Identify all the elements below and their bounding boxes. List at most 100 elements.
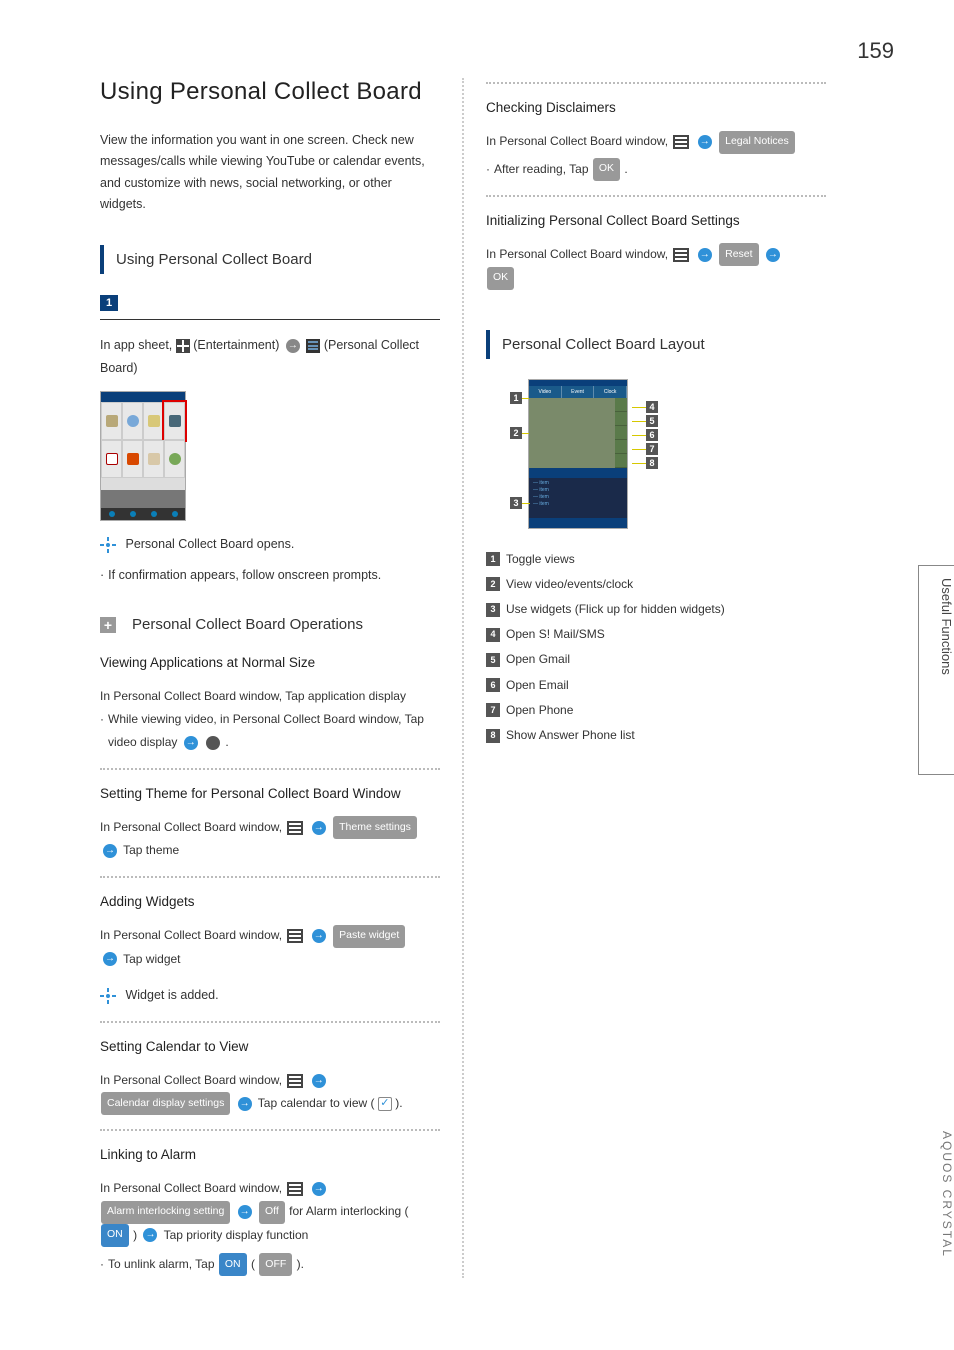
legend-text: Use widgets (Flick up for hidden widgets… [506,597,725,622]
legend-item: 1Toggle views [486,547,826,572]
op3-result: Widget is added. [125,988,218,1002]
operations-header: Personal Collect Board Operations [132,616,363,633]
arrow-icon [238,1205,252,1219]
legend-item: 5 Open Gmail [486,647,826,672]
step-badge-1: 1 [100,295,118,311]
menu-icon [287,1182,303,1196]
confirm-text: If confirmation appears, follow onscreen… [108,564,381,587]
disc-l2: After reading, Tap [494,162,592,176]
legend-text: Open S! Mail/SMS [506,622,605,647]
legend-number: 4 [486,628,500,642]
left-column: Using Personal Collect Board View the in… [100,78,440,1278]
disc-l2end: . [624,162,627,176]
legend-item: 7 Open Phone [486,698,826,723]
arrow-icon [103,952,117,966]
off-button[interactable]: Off [259,1201,285,1224]
init-l1: In Personal Collect Board window, [486,247,671,261]
legend-text: Open Gmail [506,647,570,672]
op3-l1: In Personal Collect Board window, [100,928,285,942]
legend-number: 3 [486,603,500,617]
legend-number: 6 [486,678,500,692]
op4-l2end: ). [395,1096,402,1110]
on-button[interactable]: ON [219,1253,247,1276]
calendar-settings-button[interactable]: Calendar display settings [101,1092,230,1115]
sparkle-icon [100,537,116,553]
screenshot-app-sheet [100,391,186,521]
legend-item: 8 Show Answer Phone list [486,723,826,748]
op4-title: Setting Calendar to View [100,1037,440,1057]
intro-text: View the information you want in one scr… [100,130,440,215]
op5-l1: In Personal Collect Board window, [100,1181,285,1195]
op5-unlink1: To unlink alarm, Tap [108,1257,218,1271]
ok-button[interactable]: OK [487,267,514,290]
op2-l2: Tap theme [123,843,179,857]
disc-l1: In Personal Collect Board window, [486,134,671,148]
arrow-icon [698,135,712,149]
op4-l1: In Personal Collect Board window, [100,1073,285,1087]
op-add-widgets: Adding Widgets In Personal Collect Board… [100,892,440,1007]
legend-number: 1 [486,552,500,566]
legend-item: 2View video/events/clock [486,572,826,597]
op-disclaimers: Checking Disclaimers In Personal Collect… [486,98,826,181]
op5-tail: Tap priority display function [164,1228,309,1242]
ok-button[interactable]: OK [593,158,620,181]
menu-icon [287,929,303,943]
pcb-app-icon [306,339,320,353]
plus-icon: + [100,617,116,633]
page-title: Using Personal Collect Board [100,78,440,106]
arrow-icon [184,736,198,750]
arrow-icon [312,929,326,943]
sparkle-icon [100,988,116,1004]
op4-l2: Tap calendar to view ( [258,1096,378,1110]
menu-icon [673,135,689,149]
step1-prefix: In app sheet, [100,338,176,352]
menu-icon [673,248,689,262]
section-layout: Personal Collect Board Layout [486,330,826,359]
arrow-icon [766,248,780,262]
menu-icon [287,821,303,835]
off-button[interactable]: OFF [259,1253,292,1276]
op-theme: Setting Theme for Personal Collect Board… [100,784,440,862]
board-opens-text: Personal Collect Board opens. [125,537,294,551]
arrow-icon [698,248,712,262]
op2-l1: In Personal Collect Board window, [100,820,285,834]
arrow-icon [312,1182,326,1196]
step1-entertainment: (Entertainment) [193,338,283,352]
menu-icon [287,1074,303,1088]
arrow-icon [286,339,300,353]
op-calendar: Setting Calendar to View In Personal Col… [100,1037,440,1115]
op1-line2: While viewing video, in Personal Collect… [108,712,424,749]
section-using-pcb: Using Personal Collect Board [100,245,440,274]
on-button[interactable]: ON [101,1224,129,1247]
layout-legend: 1Toggle views2View video/events/clock 3 Us… [486,547,826,749]
alarm-setting-button[interactable]: Alarm interlocking setting [101,1201,230,1224]
layout-diagram: 1 2 3 4 5 6 7 8 VideoEventClock — item— … [510,379,640,529]
arrow-icon [312,1074,326,1088]
legend-text: View video/events/clock [506,572,633,597]
op3-title: Adding Widgets [100,892,440,912]
arrow-icon [312,821,326,835]
op-alarm: Linking to Alarm In Personal Collect Boa… [100,1145,440,1276]
op5-title: Linking to Alarm [100,1145,440,1165]
op2-title: Setting Theme for Personal Collect Board… [100,784,440,804]
op5-unlinkmid: ( [251,1257,258,1271]
op-viewing-apps: Viewing Applications at Normal Size In P… [100,653,440,754]
fullscreen-icon [206,736,220,750]
step-1: 1 In app sheet, (Entertainment) (Persona… [100,294,440,586]
arrow-icon [103,844,117,858]
legend-number: 5 [486,653,500,667]
legend-number: 8 [486,729,500,743]
theme-settings-button[interactable]: Theme settings [333,816,417,839]
op-init-settings: Initializing Personal Collect Board Sett… [486,211,826,290]
disc-title: Checking Disclaimers [486,98,826,118]
reset-button[interactable]: Reset [719,243,758,266]
legend-item: 6Open Email [486,673,826,698]
legend-text: Show Answer Phone list [506,723,635,748]
op3-l2: Tap widget [123,952,180,966]
legal-notices-button[interactable]: Legal Notices [719,131,795,154]
legend-number: 7 [486,703,500,717]
arrow-icon [238,1097,252,1111]
op1-line1: In Personal Collect Board window, Tap ap… [100,685,440,708]
legend-text: Open Phone [506,698,573,723]
paste-widget-button[interactable]: Paste widget [333,925,405,948]
